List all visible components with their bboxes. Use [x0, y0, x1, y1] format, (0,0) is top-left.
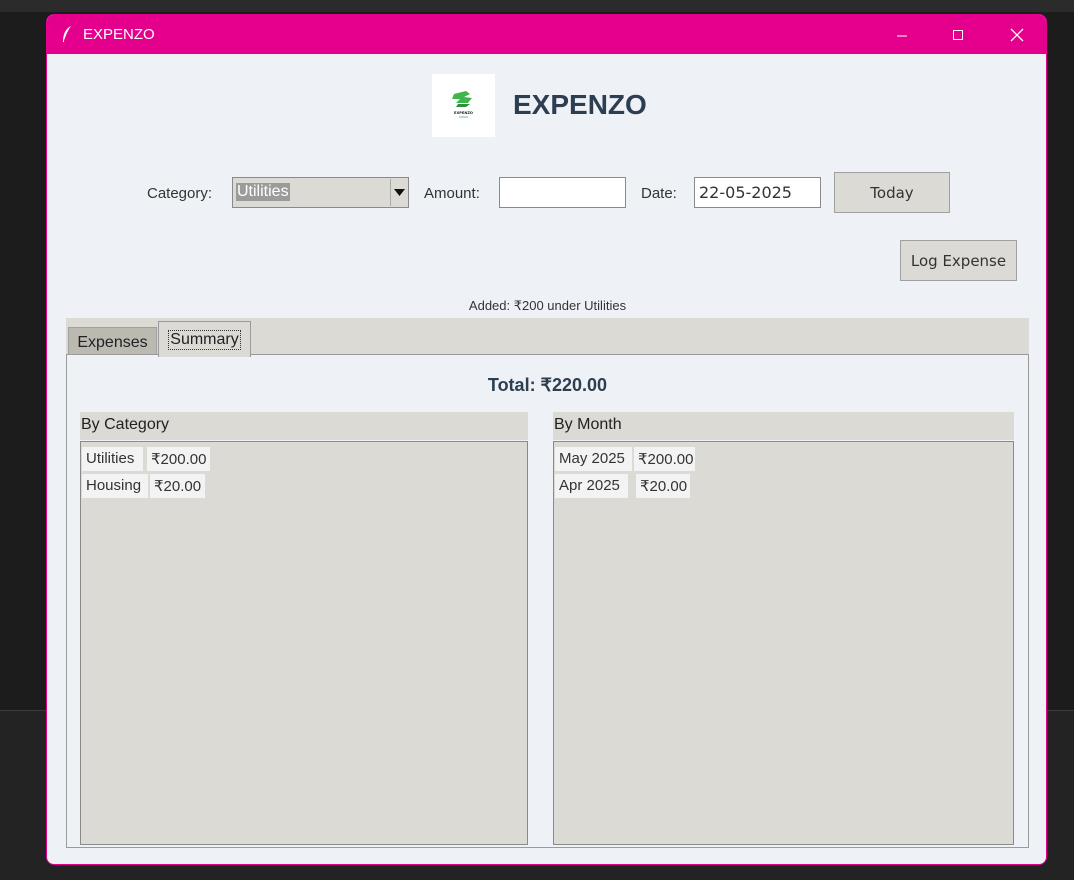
by-category-list[interactable]: Utilities ₹200.00 Housing ₹20.00	[80, 441, 528, 845]
month-name: Apr 2025	[555, 474, 628, 498]
month-name: May 2025	[555, 447, 632, 471]
category-select[interactable]: Utilities	[232, 177, 409, 208]
tab-expenses[interactable]: Expenses	[68, 327, 157, 357]
today-button[interactable]: Today	[834, 172, 950, 213]
amount-input[interactable]	[499, 177, 626, 208]
feather-icon	[63, 26, 71, 42]
notebook-tabs: Expenses Summary	[66, 318, 1029, 357]
amount-label: Amount:	[424, 185, 480, 202]
status-message: Added: ₹200 under Utilities	[468, 298, 627, 313]
minimize-icon	[897, 35, 907, 36]
window-title: EXPENZO	[83, 26, 155, 43]
date-label: Date:	[641, 185, 677, 202]
minimize-button[interactable]	[873, 15, 931, 54]
tab-summary[interactable]: Summary	[158, 321, 251, 357]
by-category-heading: By Category	[80, 412, 528, 440]
svg-text:EXPENZO: EXPENZO	[454, 111, 473, 115]
maximize-icon	[953, 29, 963, 40]
maximize-button[interactable]	[929, 15, 987, 54]
date-input[interactable]	[694, 177, 821, 208]
category-amount: ₹200.00	[147, 447, 210, 471]
close-button[interactable]	[988, 15, 1046, 54]
category-label: Category:	[147, 185, 213, 202]
summary-panel: Total: ₹220.00 By Category Utilities ₹20…	[66, 354, 1029, 848]
desktop-top-strip	[0, 0, 1074, 12]
category-name: Utilities	[82, 447, 143, 471]
logo-image-icon: EXPENZO	[452, 91, 473, 118]
dropdown-arrow-icon[interactable]	[390, 179, 408, 206]
total-amount: Total: ₹220.00	[487, 375, 608, 395]
close-icon	[1010, 28, 1024, 41]
app-window: EXPENZO EXPENZO EXPENZO Category: Utilit…	[46, 14, 1047, 865]
month-amount: ₹200.00	[634, 447, 695, 471]
category-value: Utilities	[236, 183, 290, 201]
by-month-heading: By Month	[553, 412, 1014, 440]
app-logo: EXPENZO	[432, 74, 495, 137]
by-month-list[interactable]: May 2025 ₹200.00 Apr 2025 ₹20.00	[553, 441, 1014, 845]
category-name: Housing	[82, 474, 148, 498]
title-bar[interactable]: EXPENZO	[47, 15, 1046, 54]
app-title: EXPENZO	[513, 89, 647, 120]
month-amount: ₹20.00	[636, 474, 690, 498]
tab-expenses-label: Expenses	[77, 333, 148, 351]
category-amount: ₹20.00	[150, 474, 205, 498]
tab-summary-label: Summary	[168, 329, 241, 350]
log-expense-button[interactable]: Log Expense	[900, 240, 1017, 281]
